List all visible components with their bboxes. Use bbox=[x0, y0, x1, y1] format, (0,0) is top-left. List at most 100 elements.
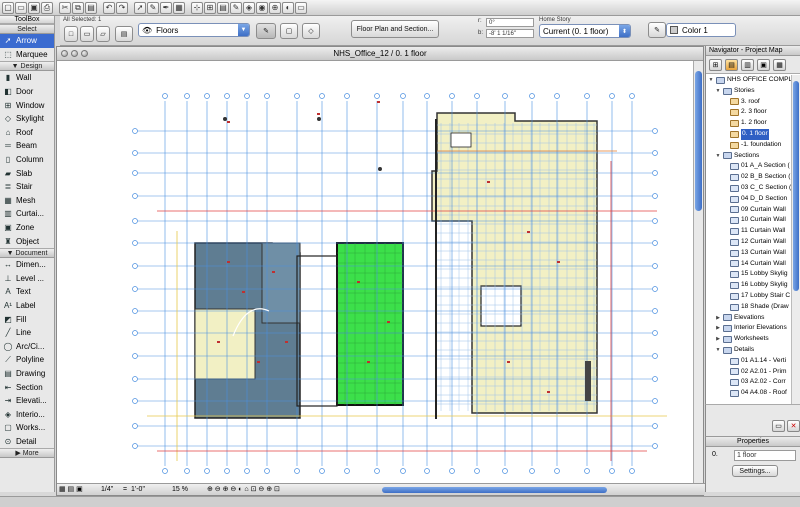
project-map-item[interactable]: 04 A4.08 - Roof bbox=[706, 388, 792, 399]
tool-section[interactable]: ⇤ Section bbox=[0, 380, 54, 394]
disclosure-open-icon[interactable]: ▼ bbox=[708, 75, 714, 86]
organizer-icon[interactable]: ▦ bbox=[773, 59, 786, 71]
horizontal-scroll-thumb[interactable] bbox=[382, 487, 607, 493]
tool-door[interactable]: ◧ Door bbox=[0, 85, 54, 99]
render-icon[interactable]: ◐ bbox=[282, 1, 294, 14]
disclosure-open-icon[interactable]: ▼ bbox=[715, 345, 721, 356]
cut-icon[interactable]: ✂ bbox=[59, 1, 71, 14]
project-map-item[interactable]: 0. 1 floor bbox=[706, 128, 792, 140]
project-map-item[interactable]: 12 Curtain Wall bbox=[706, 237, 792, 248]
layer-icon[interactable]: ▤ bbox=[217, 1, 229, 14]
3d-icon[interactable]: ◈ bbox=[243, 1, 255, 14]
floor-select-icon[interactable]: ▤ bbox=[115, 26, 133, 42]
scale-value[interactable]: 1/4" bbox=[101, 485, 113, 495]
tool-roof[interactable]: ⌂ Roof bbox=[0, 126, 54, 140]
snap-icon[interactable]: ⊹ bbox=[191, 1, 203, 14]
pen-icon[interactable]: ✎ bbox=[230, 1, 242, 14]
project-map-item[interactable]: 02 A2.01 - Prim bbox=[706, 367, 792, 378]
tool-wall[interactable]: ▮ Wall bbox=[0, 71, 54, 85]
project-map-item[interactable]: 10 Curtain Wall bbox=[706, 215, 792, 226]
project-map-item[interactable]: 09 Curtain Wall bbox=[706, 205, 792, 216]
document-header[interactable]: ▼ Document bbox=[0, 247, 54, 258]
tool-detail[interactable]: ⊙ Detail bbox=[0, 435, 54, 449]
project-map-item[interactable]: 01 A_A Section ( bbox=[706, 161, 792, 172]
navigator-scroll-thumb[interactable] bbox=[793, 81, 799, 291]
guide-icon[interactable]: ⊞ bbox=[204, 1, 216, 14]
box-mode-button[interactable]: ▢ bbox=[280, 23, 298, 39]
delete-icon[interactable]: ✕ bbox=[787, 420, 800, 432]
close-icon[interactable] bbox=[61, 50, 68, 57]
floor-plan-section-button[interactable]: Floor Plan and Section... bbox=[351, 20, 439, 38]
navigator-scrollbar[interactable] bbox=[791, 75, 800, 405]
project-map-item[interactable]: ▶ Worksheets bbox=[706, 334, 792, 345]
pointer-icon[interactable]: ➚ bbox=[134, 1, 146, 14]
tool-text[interactable]: A Text bbox=[0, 285, 54, 299]
tool-zone[interactable]: ▣ Zone bbox=[0, 221, 54, 235]
syringe-icon[interactable]: ✒ bbox=[160, 1, 172, 14]
zoom-window-icon[interactable] bbox=[81, 50, 88, 57]
project-map-icon[interactable]: ⊞ bbox=[709, 59, 722, 71]
tool-window-tool[interactable]: ⊞ Window bbox=[0, 98, 54, 112]
more-header[interactable]: ▶ More bbox=[0, 448, 54, 459]
minimize-icon[interactable] bbox=[71, 50, 78, 57]
tool-mesh[interactable]: ▦ Mesh bbox=[0, 194, 54, 208]
geometry-icon[interactable]: □ bbox=[64, 26, 78, 42]
disclosure-closed-icon[interactable]: ▶ bbox=[715, 334, 721, 345]
drawing-canvas[interactable] bbox=[57, 61, 695, 484]
vertical-scrollbar[interactable] bbox=[693, 61, 703, 484]
grid-icon[interactable]: ▦ bbox=[173, 1, 185, 14]
offset-input[interactable]: -8' 1 1/16" bbox=[486, 29, 534, 38]
scale-unit-value[interactable]: 1'-0" bbox=[131, 485, 145, 495]
vertical-scroll-thumb[interactable] bbox=[695, 71, 702, 211]
tool-interior-elevation[interactable]: ◈ Interio... bbox=[0, 407, 54, 421]
view-icons[interactable]: ▦ ▤ ▣ bbox=[59, 485, 89, 495]
project-map-item[interactable]: 14 Curtain Wall bbox=[706, 259, 792, 270]
window-titlebar[interactable]: NHS_Office_12 / 0. 1 floor bbox=[57, 47, 703, 61]
tool-dimension[interactable]: ↔ Dimen... bbox=[0, 258, 54, 272]
color-select[interactable]: Color 1 bbox=[666, 23, 736, 37]
project-map-item[interactable]: ▼ Details bbox=[706, 345, 792, 356]
zoom-icon[interactable]: ⊕ bbox=[269, 1, 281, 14]
project-map-item[interactable]: 16 Lobby Skylig bbox=[706, 280, 792, 291]
eyedropper-icon[interactable]: ✎ bbox=[147, 1, 159, 14]
tool-beam[interactable]: ═ Beam bbox=[0, 139, 54, 153]
print-icon[interactable]: ⎙ bbox=[41, 1, 53, 14]
publisher-icon[interactable]: ▣ bbox=[757, 59, 770, 71]
floor-plan-drawing[interactable] bbox=[57, 61, 695, 484]
select-header[interactable]: Select bbox=[0, 24, 54, 34]
tool-object[interactable]: ♜ Object bbox=[0, 234, 54, 248]
project-map-item[interactable]: 2. 3 floor bbox=[706, 107, 792, 118]
camera-icon[interactable]: ◉ bbox=[256, 1, 268, 14]
tool-marquee[interactable]: ⬚ Marquee bbox=[0, 48, 54, 62]
properties-name-input[interactable]: 1 floor bbox=[734, 450, 796, 461]
tool-arrow[interactable]: ➚ Arrow bbox=[0, 34, 54, 48]
disclosure-closed-icon[interactable]: ▶ bbox=[715, 313, 721, 324]
home-story-select[interactable]: Current (0. 1 floor) ⬍ bbox=[539, 24, 631, 38]
tool-label[interactable]: A¹ Label bbox=[0, 299, 54, 313]
project-map-item[interactable]: 13 Curtain Wall bbox=[706, 248, 792, 259]
save-icon[interactable]: ▣ bbox=[28, 1, 40, 14]
paste-icon[interactable]: ▤ bbox=[85, 1, 97, 14]
tool-arc[interactable]: ◯ Arc/Ci... bbox=[0, 339, 54, 353]
project-map-item[interactable]: 3. roof bbox=[706, 97, 792, 108]
settings-button[interactable]: Settings... bbox=[732, 465, 778, 477]
undo-icon[interactable]: ↶ bbox=[103, 1, 115, 14]
floors-select[interactable]: 👁 Floors ▼ bbox=[138, 23, 250, 37]
tool-skylight[interactable]: ◇ Skylight bbox=[0, 112, 54, 126]
rectangle-icon[interactable]: ▭ bbox=[80, 26, 94, 42]
disclosure-open-icon[interactable]: ▼ bbox=[715, 86, 721, 97]
tool-polyline[interactable]: ⟋ Polyline bbox=[0, 353, 54, 367]
copy-icon[interactable]: ⧉ bbox=[72, 1, 84, 14]
project-map-item[interactable]: 04 D_D Section bbox=[706, 194, 792, 205]
tool-stair[interactable]: ≣ Stair bbox=[0, 180, 54, 194]
design-header[interactable]: ▼ Design bbox=[0, 61, 54, 72]
project-map-item[interactable]: 18 Shade (Draw bbox=[706, 302, 792, 313]
angle-input[interactable]: 0° bbox=[486, 18, 534, 27]
project-map-item[interactable]: ▼ NHS OFFICE COMPLEX bbox=[706, 75, 792, 86]
folder-icon[interactable]: ▭ bbox=[772, 420, 785, 432]
project-map-item[interactable]: 01 A1.14 - Verti bbox=[706, 356, 792, 367]
edit-mode-button[interactable]: ✎ bbox=[256, 23, 276, 39]
layout-book-icon[interactable]: ▥ bbox=[741, 59, 754, 71]
tool-worksheet[interactable]: ▢ Works... bbox=[0, 421, 54, 435]
window-icon[interactable]: ▭ bbox=[295, 1, 307, 14]
